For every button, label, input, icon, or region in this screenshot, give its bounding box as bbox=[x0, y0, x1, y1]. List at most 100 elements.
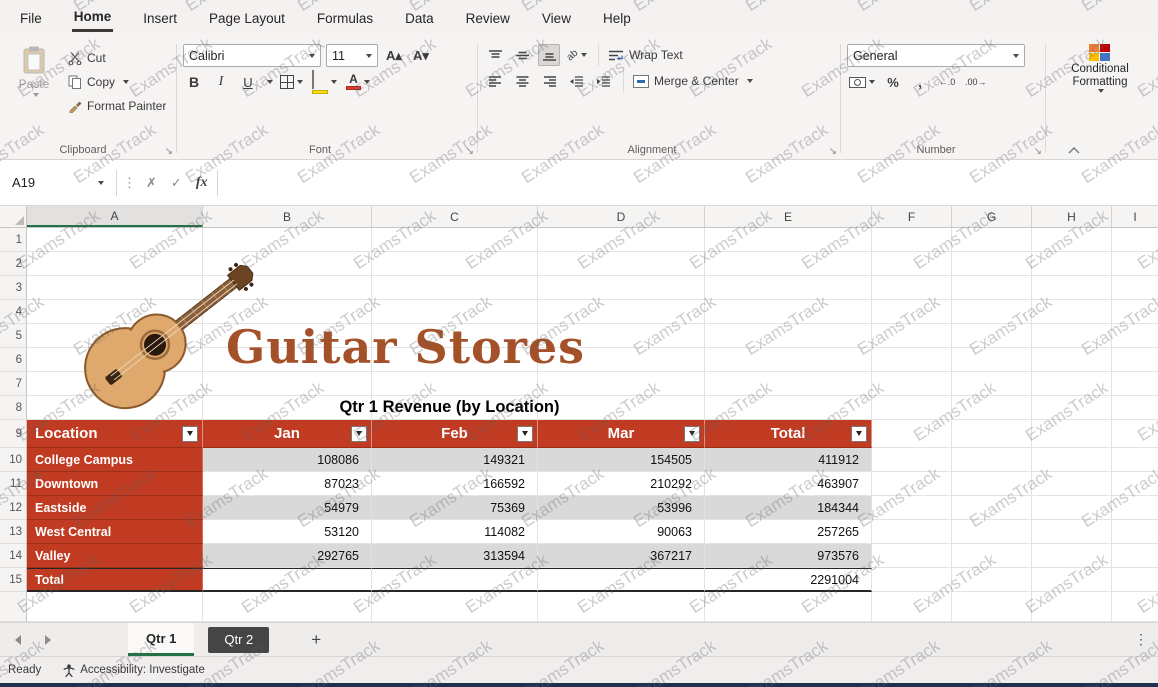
row-header[interactable]: 9 bbox=[0, 420, 27, 448]
grid-cell[interactable] bbox=[872, 448, 952, 472]
grid-cell[interactable] bbox=[1032, 592, 1112, 622]
tab-view[interactable]: View bbox=[540, 4, 573, 31]
cell-value[interactable]: 313594 bbox=[372, 544, 538, 568]
formula-input[interactable] bbox=[224, 160, 1158, 205]
cell-value[interactable]: 411912 bbox=[705, 448, 872, 472]
cell-value[interactable]: 292765 bbox=[203, 544, 372, 568]
select-all-corner[interactable] bbox=[0, 206, 27, 227]
grid-cell[interactable] bbox=[203, 592, 372, 622]
grid-cell[interactable] bbox=[1032, 472, 1112, 496]
row-header[interactable]: 15 bbox=[0, 568, 27, 592]
cell-value[interactable]: 54979 bbox=[203, 496, 372, 520]
cell-value[interactable]: 973576 bbox=[705, 544, 872, 568]
grid-cell[interactable] bbox=[27, 228, 203, 252]
cell-value[interactable]: 463907 bbox=[705, 472, 872, 496]
grid-cell[interactable] bbox=[1112, 520, 1158, 544]
cell-value[interactable]: 108086 bbox=[203, 448, 372, 472]
paste-button[interactable]: Paste bbox=[10, 42, 58, 116]
grid-cell[interactable] bbox=[1032, 544, 1112, 568]
grid-cell[interactable] bbox=[705, 228, 872, 252]
cell-value[interactable]: 114082 bbox=[372, 520, 538, 544]
column-header-d[interactable]: D bbox=[538, 206, 705, 227]
font-color-button[interactable]: A bbox=[344, 71, 372, 93]
cell-location[interactable]: West Central bbox=[27, 520, 203, 544]
grid-cell[interactable] bbox=[705, 252, 872, 276]
cell-location[interactable]: Downtown bbox=[27, 472, 203, 496]
column-header-e[interactable]: E bbox=[705, 206, 872, 227]
grid-cell[interactable] bbox=[1112, 324, 1158, 348]
grid-cell[interactable] bbox=[1032, 496, 1112, 520]
name-box[interactable]: A19 bbox=[6, 170, 110, 196]
cell-value[interactable] bbox=[538, 568, 705, 592]
fill-color-button[interactable] bbox=[310, 71, 339, 93]
align-left-button[interactable] bbox=[484, 70, 506, 92]
tab-formulas[interactable]: Formulas bbox=[315, 4, 375, 31]
row-header[interactable]: 10 bbox=[0, 448, 27, 472]
grid-cell[interactable] bbox=[203, 372, 372, 396]
tab-review[interactable]: Review bbox=[464, 4, 512, 31]
conditional-formatting-button[interactable]: Conditional Formatting bbox=[1071, 40, 1129, 93]
tab-options-kebab-icon[interactable]: ⋮ bbox=[1134, 631, 1148, 648]
row-header[interactable]: 1 bbox=[0, 228, 27, 252]
orientation-button[interactable]: ab bbox=[565, 44, 589, 66]
grid-cell[interactable] bbox=[1112, 592, 1158, 622]
column-header-a[interactable]: A bbox=[27, 206, 203, 227]
sheet-nav-right-icon[interactable] bbox=[40, 632, 56, 648]
grid-cell[interactable] bbox=[1112, 396, 1158, 420]
cell-value[interactable]: 87023 bbox=[203, 472, 372, 496]
grid-cell[interactable] bbox=[872, 228, 952, 252]
tab-data[interactable]: Data bbox=[403, 4, 436, 31]
decrease-decimal-button[interactable]: .00→ bbox=[963, 71, 989, 93]
grid-cell[interactable] bbox=[872, 252, 952, 276]
grid-cell[interactable] bbox=[538, 228, 705, 252]
grid-cell[interactable] bbox=[1112, 496, 1158, 520]
italic-button[interactable]: I bbox=[210, 71, 232, 93]
grid-cell[interactable] bbox=[952, 592, 1032, 622]
grid-cell[interactable] bbox=[872, 544, 952, 568]
grid-cell[interactable] bbox=[1032, 372, 1112, 396]
grid-cell[interactable] bbox=[372, 276, 538, 300]
grid-cell[interactable] bbox=[1032, 448, 1112, 472]
number-format-combobox[interactable]: General bbox=[847, 44, 1025, 67]
grid-cell[interactable] bbox=[1112, 228, 1158, 252]
grid-cell[interactable] bbox=[705, 324, 872, 348]
column-header-h[interactable]: H bbox=[1032, 206, 1112, 227]
clipboard-dialog-launcher-icon[interactable]: ↘ bbox=[165, 146, 173, 157]
cell-value[interactable]: 53996 bbox=[538, 496, 705, 520]
table-header-total[interactable]: Total bbox=[705, 420, 872, 448]
cell-value[interactable]: 210292 bbox=[538, 472, 705, 496]
filter-button[interactable] bbox=[851, 426, 867, 442]
align-right-button[interactable] bbox=[538, 70, 560, 92]
grid-cell[interactable] bbox=[1112, 544, 1158, 568]
grid-cell[interactable] bbox=[1112, 420, 1158, 448]
grid-cell[interactable] bbox=[1112, 252, 1158, 276]
grid-cell[interactable] bbox=[1032, 324, 1112, 348]
ribbon-collapse-chevron-icon[interactable] bbox=[1068, 147, 1080, 154]
grid-cell[interactable] bbox=[1032, 348, 1112, 372]
font-dialog-launcher-icon[interactable]: ↘ bbox=[466, 146, 474, 157]
cell-value[interactable]: 184344 bbox=[705, 496, 872, 520]
grid-cell[interactable] bbox=[705, 372, 872, 396]
table-header-jan[interactable]: Jan bbox=[203, 420, 372, 448]
grid-cell[interactable] bbox=[1032, 420, 1112, 448]
increase-font-button[interactable]: A▴ bbox=[383, 45, 405, 67]
row-header[interactable]: 4 bbox=[0, 300, 27, 324]
cell-value[interactable]: 367217 bbox=[538, 544, 705, 568]
increase-decimal-button[interactable]: ←.0 bbox=[936, 71, 958, 93]
grid-cell[interactable] bbox=[1032, 228, 1112, 252]
grid-cell[interactable] bbox=[705, 592, 872, 622]
borders-button[interactable] bbox=[278, 71, 305, 93]
filter-button[interactable] bbox=[517, 426, 533, 442]
grid-cell[interactable] bbox=[872, 396, 952, 420]
grid-cell[interactable] bbox=[872, 496, 952, 520]
grid-cell[interactable] bbox=[1032, 520, 1112, 544]
grid-cell[interactable] bbox=[952, 372, 1032, 396]
percent-style-button[interactable]: % bbox=[882, 71, 904, 93]
grid-cell[interactable] bbox=[372, 252, 538, 276]
grid-cell[interactable] bbox=[1032, 300, 1112, 324]
cell-value[interactable]: 154505 bbox=[538, 448, 705, 472]
grid-cell[interactable] bbox=[952, 324, 1032, 348]
filter-button[interactable] bbox=[351, 426, 367, 442]
font-size-combobox[interactable]: 11 bbox=[326, 44, 378, 67]
grid-cell[interactable] bbox=[952, 300, 1032, 324]
